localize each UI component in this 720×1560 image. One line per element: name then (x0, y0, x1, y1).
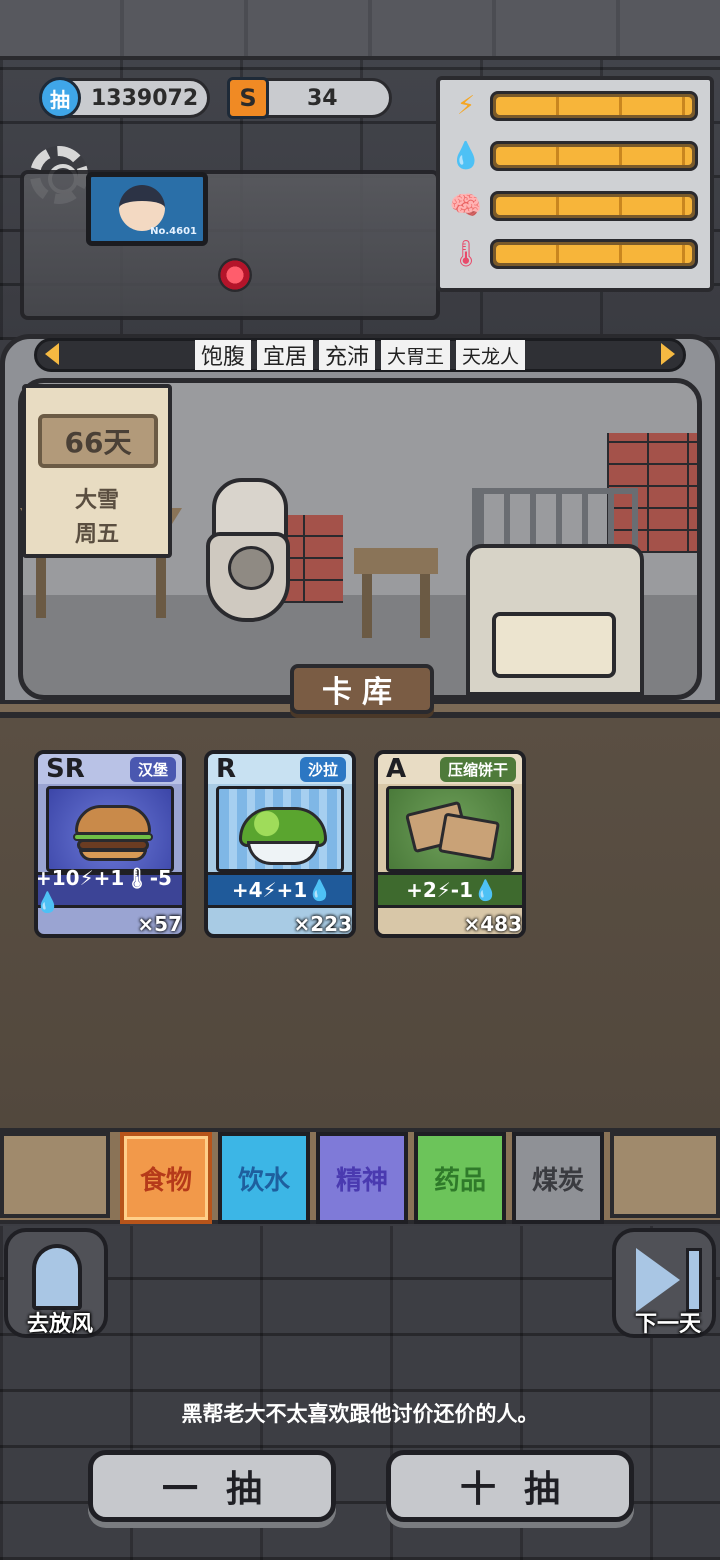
stool (354, 548, 438, 638)
weather-label: 大雪 (74, 488, 119, 513)
brain-icon: 🧠 (449, 191, 483, 221)
category-rail-end (0, 1132, 110, 1218)
card-burger[interactable]: SR 汉堡 +10⚡+1🌡-5💧 ×57 (34, 750, 186, 938)
achievement-tabs: 饱腹 宜居 充沛 大胃王 天龙人 (34, 338, 686, 372)
card-count: ×483 (463, 912, 522, 936)
burger-icon (46, 786, 174, 872)
card-compressed-biscuit[interactable]: A 压缩饼干 +2⚡-1💧 ×483 (374, 750, 526, 938)
card-count: ×57 (137, 912, 182, 936)
door-icon (32, 1244, 82, 1310)
draw-ticket-counter[interactable]: 抽 1339072 (39, 77, 210, 119)
prisoner-monitor[interactable]: No.4601 (86, 172, 208, 246)
category-rail-end (610, 1132, 720, 1218)
category-coal-tab[interactable]: 煤炭 (512, 1132, 604, 1224)
temperature-bar (490, 239, 698, 269)
card-name: 沙拉 (299, 756, 346, 782)
card-salad[interactable]: R 沙拉 +4⚡+1💧 ×223 (204, 750, 356, 938)
tab-fullness[interactable]: 饱腹 (194, 340, 251, 370)
status-energy: ⚡ (448, 86, 704, 126)
lightning-icon: ⚡ (456, 91, 476, 121)
tab-energetic[interactable]: 充沛 (318, 340, 375, 370)
draw-ticket-amount: 1339072 (91, 85, 199, 111)
card-effect: +10⚡+1🌡-5💧 (38, 866, 182, 914)
coin-counter[interactable]: S 34 (227, 77, 392, 119)
pillow (492, 612, 616, 678)
category-medicine-tab[interactable]: 药品 (414, 1132, 506, 1224)
biscuit-icon (386, 786, 514, 872)
next-day-icon (636, 1248, 704, 1312)
thermometer-icon: 🌡 (449, 239, 483, 269)
energy-bar (490, 91, 698, 121)
camera-eye-icon (218, 258, 252, 292)
card-rarity: SR (46, 754, 85, 784)
card-library-button[interactable]: 卡库 (290, 664, 434, 714)
go-outside-label: 去放风 (26, 1312, 93, 1337)
calendar[interactable]: 66天 大雪 周五 (22, 384, 172, 558)
tab-livable[interactable]: 宜居 (256, 340, 313, 370)
category-spirit-tab[interactable]: 精神 (316, 1132, 408, 1224)
machine-console (20, 170, 440, 320)
tabs-right-arrow-icon[interactable] (661, 343, 675, 365)
coin-icon: S (227, 77, 269, 119)
status-temperature: 🌡 (448, 234, 704, 274)
prisoner-id: No.4601 (150, 226, 197, 237)
tab-big-eater[interactable]: 大胃王 (381, 340, 451, 370)
salad-icon (216, 786, 344, 872)
category-water-tab[interactable]: 饮水 (218, 1132, 310, 1224)
weekday-label: 周五 (74, 522, 119, 547)
card-name: 汉堡 (129, 756, 176, 782)
draw-ticket-icon: 抽 (39, 77, 81, 119)
ten-draw-button[interactable]: 十抽 (386, 1450, 634, 1522)
tabs-left-arrow-icon[interactable] (45, 343, 59, 365)
card-effect: +4⚡+1💧 (208, 872, 352, 908)
card-name: 压缩饼干 (439, 756, 516, 782)
water-drop-icon: 💧 (449, 141, 483, 171)
next-day-label: 下一天 (634, 1312, 701, 1337)
status-water: 💧 (448, 136, 704, 176)
prisoner-avatar (119, 185, 165, 231)
ceiling (0, 0, 720, 60)
coin-amount: 34 (307, 85, 338, 111)
mind-bar (490, 191, 698, 221)
card-count: ×223 (293, 912, 352, 936)
go-outside-button[interactable]: 去放风 (4, 1228, 108, 1338)
card-rarity: A (386, 754, 407, 784)
tab-elite[interactable]: 天龙人 (456, 340, 526, 370)
day-counter: 66天 (38, 414, 158, 468)
tip-text: 黑帮老大不太喜欢跟他讨价还价的人。 (181, 1402, 539, 1426)
water-bar (490, 141, 698, 171)
card-effect: +2⚡-1💧 (378, 872, 522, 908)
category-food-tab[interactable]: 食物 (120, 1132, 212, 1224)
status-mind: 🧠 (448, 186, 704, 226)
single-draw-button[interactable]: 一抽 (88, 1450, 336, 1522)
toilet-bowl[interactable] (206, 532, 290, 622)
card-rarity: R (216, 754, 237, 784)
next-day-button[interactable]: 下一天 (612, 1228, 716, 1338)
status-panel: ⚡ 💧 🧠 🌡 (436, 76, 714, 292)
